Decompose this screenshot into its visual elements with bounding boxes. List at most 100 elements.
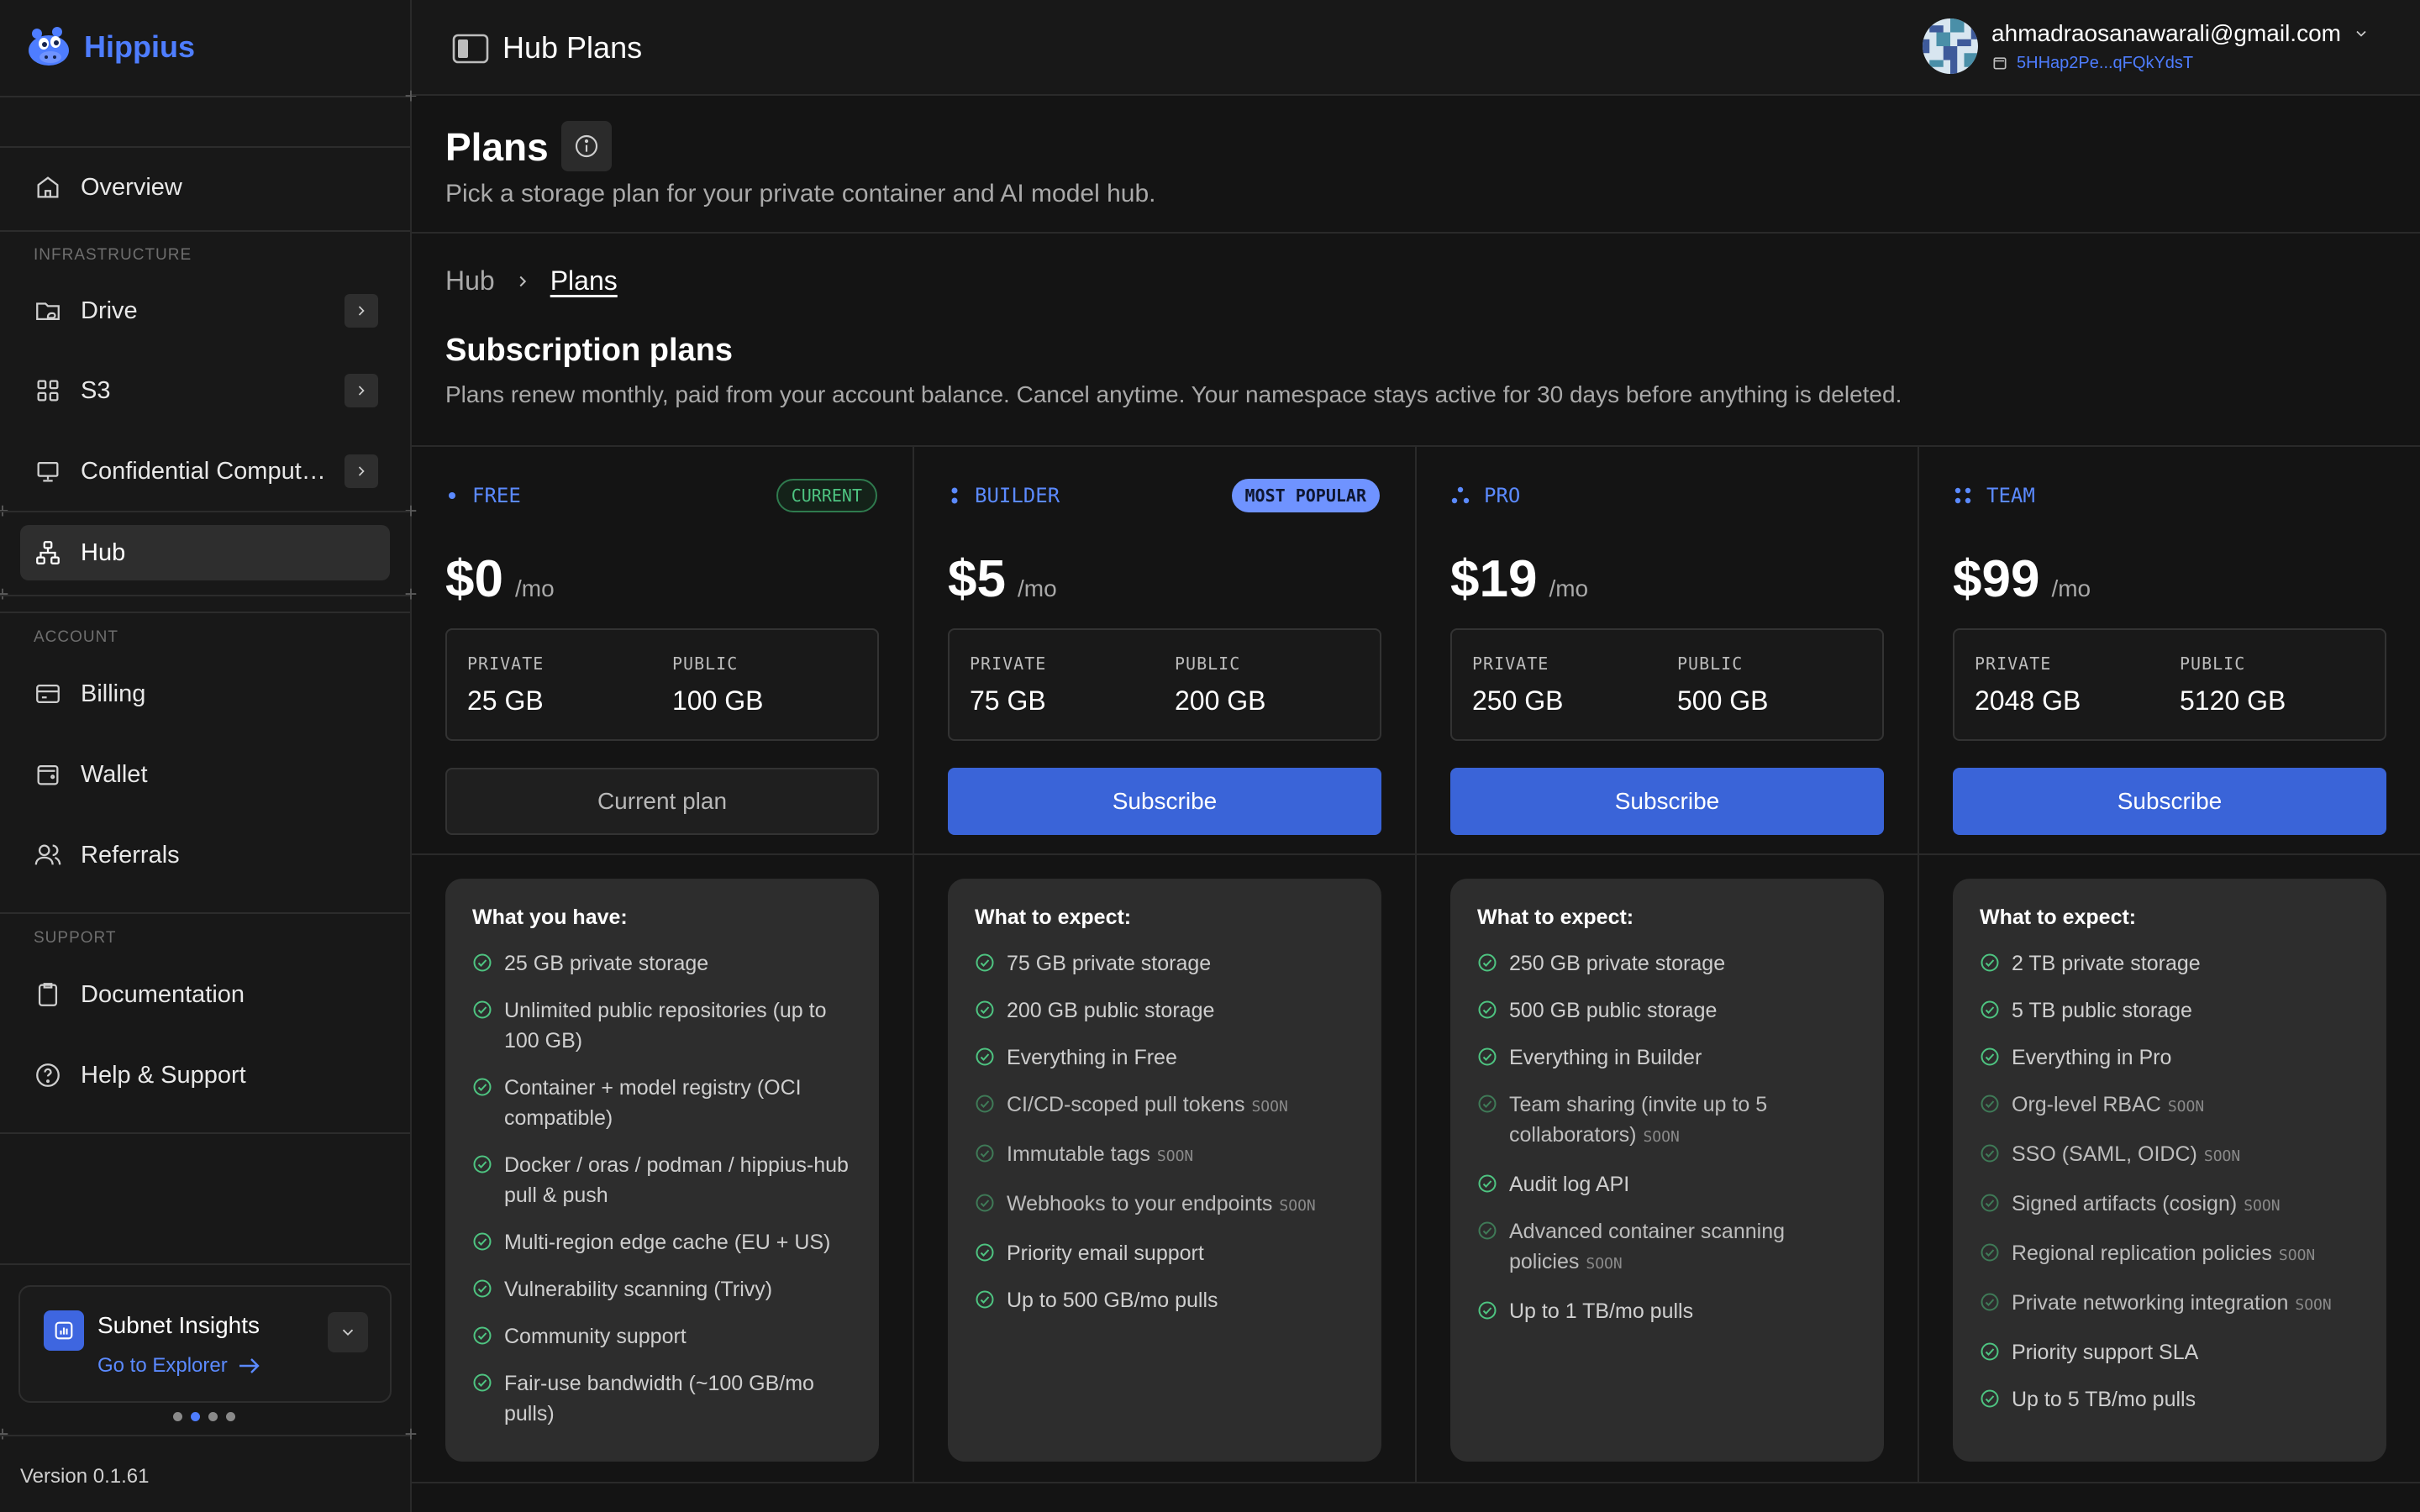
feature-item: SSO (SAML, OIDC) SOON [1980,1139,2360,1172]
wallet-icon [1993,57,2007,70]
sidebar-item-s3[interactable]: S3 [20,363,390,418]
price-amount: $19 [1450,550,1538,608]
feature-text: Advanced container scanning policies [1509,1220,1786,1273]
soon-tag: SOON [2203,1147,2241,1165]
sidebar-item-confidential-computing[interactable]: Confidential Computi... [20,444,390,499]
info-icon [575,134,598,158]
feature-text: 5 TB public storage [2012,999,2192,1022]
feature-text: Regional replication policies [2012,1242,2272,1265]
private-value: 2048 GB [1975,685,2081,716]
feature-item: Everything in Pro [1980,1042,2360,1073]
sidebar-item-referrals[interactable]: Referrals [20,827,390,883]
soon-tag: SOON [1156,1147,1194,1165]
sidebar-toggle-icon[interactable] [452,34,489,64]
check-circle-icon [1478,1095,1497,1113]
plan-summary: FREE CURRENT $0 /mo PRIVATE 25 GB PUBLIC… [412,447,913,855]
feature-item: Webhooks to your endpoints SOON [975,1189,1355,1221]
divider [0,595,410,596]
feature-item: Container + model registry (OCI compatib… [472,1073,852,1133]
wallet-address: 5HHap2Pe...qFQkYdsT [2017,53,2194,72]
divider [0,912,410,914]
chevron-right-icon[interactable] [345,294,378,328]
feature-item: 2 TB private storage [1980,948,2360,979]
sidebar-item-help-support[interactable]: Help & Support [20,1047,390,1103]
current-plan-button[interactable]: Current plan [445,768,879,835]
wallet-address-row[interactable]: 5HHap2Pe...qFQkYdsT [1991,54,2370,73]
feature-item: Up to 1 TB/mo pulls [1477,1296,1857,1326]
carousel-dot[interactable] [208,1412,218,1421]
plan-price: $99 /mo [1953,549,2091,609]
carousel-dot-active[interactable] [191,1412,200,1421]
feature-text-wrap: Everything in Free [1007,1042,1177,1073]
insights-collapse-button[interactable] [328,1312,368,1352]
feature-item: Advanced container scanning policies SOON [1477,1216,1857,1279]
top-bar-title: Hub Plans [502,30,643,65]
breadcrumb-hub-link[interactable]: Hub [445,265,495,297]
plans-grid: FREE CURRENT $0 /mo PRIVATE 25 GB PUBLIC… [412,445,2420,1483]
feature-item: 500 GB public storage [1477,995,1857,1026]
feature-text-wrap: Signed artifacts (cosign) SOON [2012,1189,2281,1221]
check-circle-icon [473,1078,492,1096]
subscribe-button[interactable]: Subscribe [1450,768,1884,835]
info-button[interactable] [561,121,612,171]
soon-tag: SOON [1279,1197,1316,1215]
carousel-dot[interactable] [226,1412,235,1421]
feature-text-wrap: Unlimited public repositories (up to 100… [504,995,852,1056]
sidebar-item-billing[interactable]: Billing [20,666,390,722]
plan-name: FREE [445,484,521,507]
feature-text: Priority email support [1007,1242,1204,1265]
breadcrumb-current[interactable]: Plans [550,265,618,297]
check-circle-icon [1478,1221,1497,1240]
check-circle-icon [976,953,994,972]
account-menu[interactable]: ahmadraosanawarali@gmail.com 5HHap2Pe...… [1923,18,2370,74]
public-label: PUBLIC [1677,654,1744,674]
sidebar-item-overview[interactable]: Overview [20,160,390,215]
sidebar-item-label: Hub [81,538,126,566]
folder-cloud-icon [36,302,60,321]
chevron-right-icon[interactable] [345,374,378,407]
section-label-infrastructure: INFRASTRUCTURE [34,246,192,264]
feature-item: Unlimited public repositories (up to 100… [472,995,852,1056]
carousel-dots [173,1412,235,1421]
sidebar-item-wallet[interactable]: Wallet [20,747,390,802]
public-value: 500 GB [1677,685,1769,716]
subscribe-button[interactable]: Subscribe [1953,768,2386,835]
feature-text: 25 GB private storage [504,952,709,975]
private-label: PRIVATE [1975,654,2052,674]
sidebar-item-hub[interactable]: Hub [20,525,390,580]
feature-text: Everything in Builder [1509,1046,1702,1069]
plan-name: TEAM [1953,484,2035,507]
features-title: What to expect: [975,906,1132,929]
sidebar-item-drive[interactable]: Drive [20,283,390,339]
brand-logo-link[interactable]: Hippius [25,24,195,71]
account-info: ahmadraosanawarali@gmail.com 5HHap2Pe...… [1991,20,2370,73]
check-circle-icon [976,1095,994,1113]
feature-text-wrap: Org-level RBAC SOON [2012,1089,2204,1122]
check-circle-icon [1478,1047,1497,1066]
feature-text-wrap: 75 GB private storage [1007,948,1211,979]
private-label: PRIVATE [970,654,1047,674]
divider [0,612,410,613]
divider [0,511,410,512]
feature-item: Up to 5 TB/mo pulls [1980,1384,2360,1415]
plan-name-label: BUILDER [975,484,1060,507]
help-circle-icon [36,1063,60,1087]
feature-list-card: What to expect: 2 TB private storage 5 TB… [1953,879,2386,1462]
divider [0,1263,410,1265]
feature-text-wrap: Container + model registry (OCI compatib… [504,1073,852,1133]
features-title: What you have: [472,906,628,929]
price-amount: $99 [1953,550,2040,608]
go-to-explorer-link[interactable]: Go to Explorer [97,1354,261,1378]
feature-text: Private networking integration [2012,1291,2289,1315]
plan-card-pro: PRO $19 /mo PRIVATE 250 GB PUBLIC 500 GB… [1417,447,1919,1483]
feature-text-wrap: Private networking integration SOON [2012,1288,2332,1320]
subscribe-button[interactable]: Subscribe [948,768,1381,835]
carousel-dot[interactable] [173,1412,182,1421]
feature-text-wrap: Fair-use bandwidth (~100 GB/mo pulls) [504,1368,852,1429]
feature-text-wrap: Priority support SLA [2012,1337,2198,1368]
chevron-right-icon[interactable] [345,454,378,488]
feature-text-wrap: 5 TB public storage [2012,995,2192,1026]
price-period: /mo [1017,575,1057,601]
plan-card-builder: BUILDER MOST POPULAR $5 /mo PRIVATE 75 G… [914,447,1417,1483]
sidebar-item-documentation[interactable]: Documentation [20,967,390,1022]
